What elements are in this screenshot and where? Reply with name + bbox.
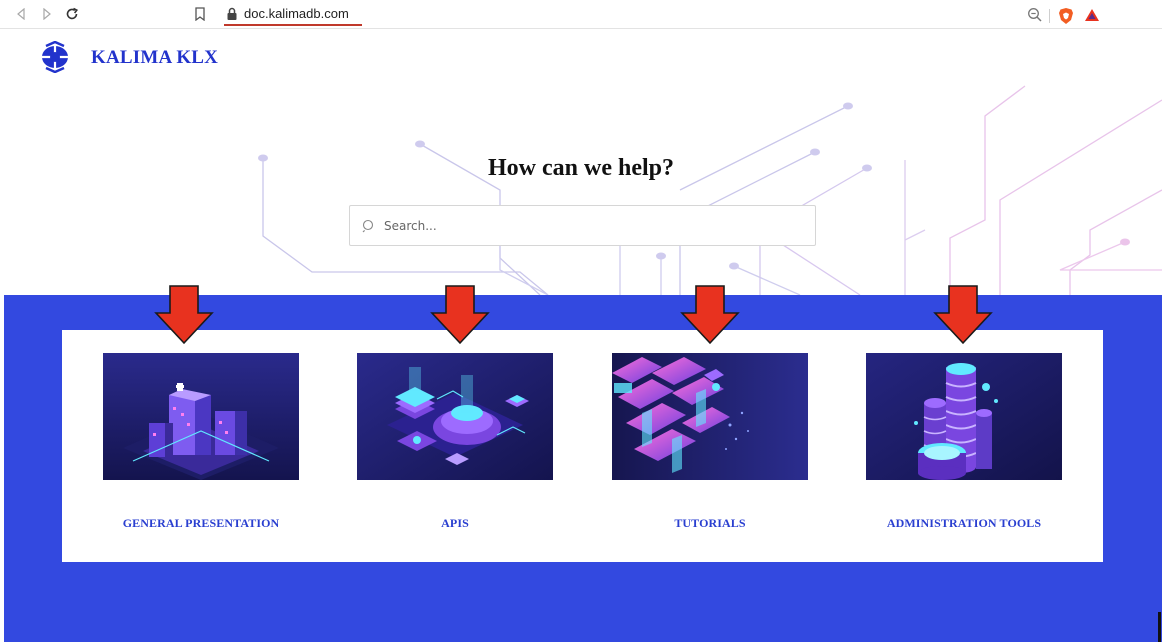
down-arrow-icon xyxy=(680,285,740,345)
down-arrow-icon xyxy=(154,285,214,345)
search-icon xyxy=(362,219,374,233)
tile-label[interactable]: GENERAL PRESENTATION xyxy=(63,516,339,531)
site-name-link[interactable]: KALIMA KLX xyxy=(91,47,218,69)
toolbar-separator xyxy=(1049,9,1050,23)
brave-shield-icon[interactable] xyxy=(1058,7,1074,25)
scrollbar-edge xyxy=(1158,612,1161,642)
bat-rewards-icon[interactable] xyxy=(1084,8,1100,22)
reload-icon[interactable] xyxy=(63,5,81,23)
down-arrow-icon xyxy=(430,285,490,345)
tile-label[interactable]: ADMINISTRATION TOOLS xyxy=(826,516,1102,531)
search-input[interactable] xyxy=(384,206,804,245)
url-underline xyxy=(224,24,362,26)
bookmark-icon[interactable] xyxy=(191,5,209,23)
address-bar[interactable]: doc.kalimadb.com xyxy=(218,2,1099,26)
tile-label[interactable]: TUTORIALS xyxy=(572,516,848,531)
url-text[interactable]: doc.kalimadb.com xyxy=(244,6,349,21)
isometric-platform-illustration[interactable] xyxy=(357,353,553,480)
down-arrow-icon xyxy=(933,285,993,345)
isometric-city-illustration[interactable] xyxy=(103,353,299,480)
circuit-background xyxy=(258,85,1162,295)
lock-icon xyxy=(227,7,237,20)
tile-label[interactable]: APIS xyxy=(317,516,593,531)
forward-icon[interactable] xyxy=(38,5,56,23)
zoom-icon[interactable] xyxy=(1027,7,1043,23)
categories-panel: GENERAL PRESENTATION APIS TUTORIALS ADMI… xyxy=(62,330,1103,562)
browser-toolbar: doc.kalimadb.com xyxy=(0,0,1162,29)
hero-title: How can we help? xyxy=(488,155,674,181)
kalima-logo-icon[interactable] xyxy=(40,41,70,73)
back-icon[interactable] xyxy=(12,5,30,23)
search-box[interactable] xyxy=(349,205,816,246)
isometric-blocks-illustration[interactable] xyxy=(612,353,808,480)
isometric-database-stack-illustration[interactable] xyxy=(866,353,1062,480)
